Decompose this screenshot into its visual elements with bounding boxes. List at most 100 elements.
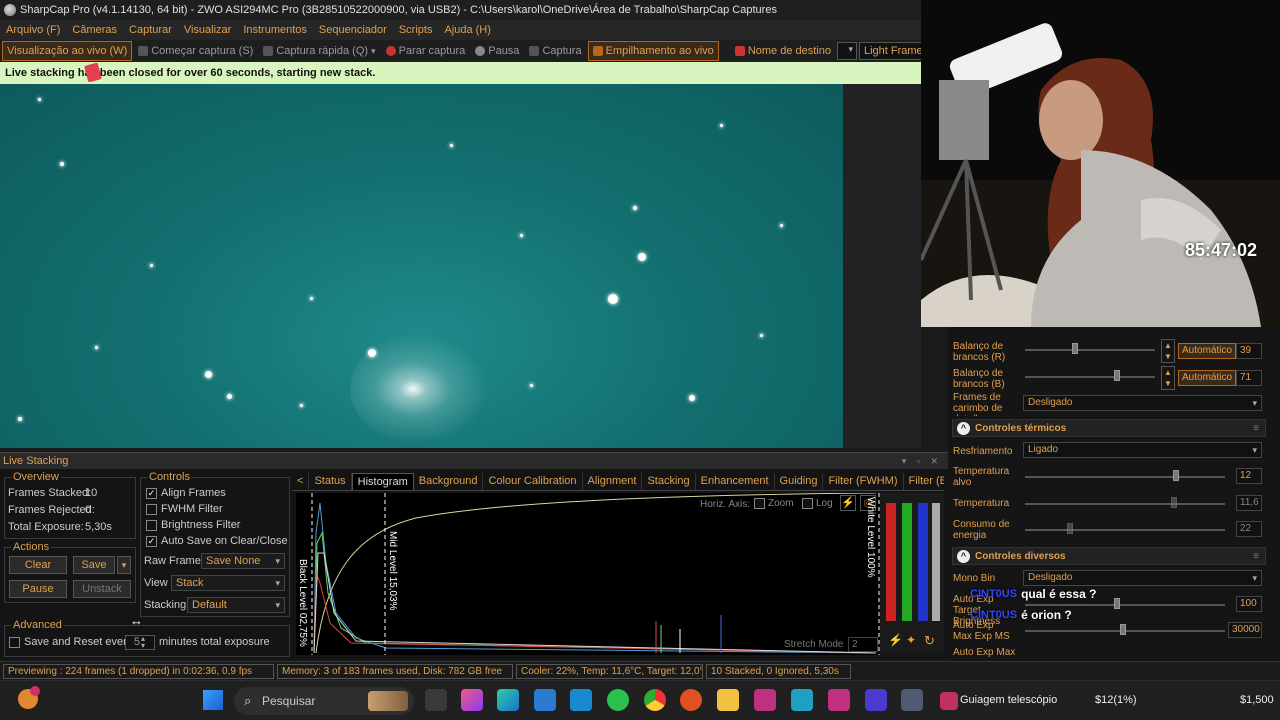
raw-frames-select[interactable]: Save None	[201, 553, 285, 569]
menu-icon[interactable]: ≡	[1253, 551, 1259, 562]
auto-exp-target-slider[interactable]	[1025, 604, 1225, 606]
misc-controls-header[interactable]: ^ Controles diversos ≡	[952, 547, 1266, 565]
unstack-button[interactable]: Unstack	[73, 580, 131, 598]
wb-blue-stepper-icon[interactable]: ▲ ▼	[1161, 366, 1175, 390]
pause-button[interactable]: Pausa	[471, 41, 523, 61]
capture-button[interactable]: Captura	[525, 41, 585, 61]
menu-cameras[interactable]: Câmeras	[66, 24, 123, 36]
tab-background[interactable]: Background	[414, 473, 484, 490]
save-options-chevron-icon[interactable]: ▾	[117, 556, 131, 574]
store-icon[interactable]	[534, 689, 556, 711]
auto-exp-max-value[interactable]: 30000	[1228, 622, 1262, 638]
checkbox-checked[interactable]: ✓	[146, 487, 157, 499]
stop-capture-button[interactable]: Parar captura	[382, 41, 470, 61]
chrome-icon[interactable]	[644, 689, 666, 711]
star-target-icon[interactable]: ✦	[906, 633, 916, 647]
live-preview-image[interactable]	[0, 84, 843, 448]
wb-blue-auto-button[interactable]: Automático	[1178, 370, 1237, 386]
copilot-icon[interactable]	[461, 689, 483, 711]
wb-blue-slider-thumb[interactable]	[1114, 370, 1120, 381]
wb-red-slider-thumb[interactable]	[1072, 343, 1078, 354]
origin-icon[interactable]	[680, 689, 702, 711]
brightness-filter-checkbox[interactable]: Brightness Filter	[146, 519, 240, 531]
tab-filter-brightness[interactable]: Filter (Brightness)	[904, 473, 945, 490]
menu-instrumentos[interactable]: Instrumentos	[237, 24, 313, 36]
checkbox-box[interactable]	[146, 503, 157, 515]
tab-colour-calibration[interactable]: Colour Calibration	[483, 473, 583, 490]
zoom-checkbox[interactable]: Zoom	[754, 498, 794, 509]
red-channel-slider[interactable]	[886, 503, 896, 621]
tab-stacking[interactable]: Stacking	[642, 473, 696, 490]
menu-visualizar[interactable]: Visualizar	[178, 24, 238, 36]
target-name-button[interactable]: Nome de destino	[731, 41, 835, 61]
live-stacking-button[interactable]: Empilhamento ao vivo	[587, 41, 719, 61]
blue-channel-slider[interactable]	[918, 503, 928, 621]
histogram-plot[interactable]: Horiz. Axis: Zoom Log ⚡ ◎ Black Level 02…	[296, 493, 880, 655]
checkbox-box[interactable]	[146, 519, 157, 531]
wb-blue-slider[interactable]	[1025, 376, 1155, 378]
checkbox-box[interactable]	[9, 636, 20, 648]
auto-exp-target-value[interactable]: 100	[1236, 596, 1262, 612]
target-temp-slider[interactable]	[1025, 476, 1225, 478]
app-pink-icon[interactable]	[754, 689, 776, 711]
collapse-chevron-icon[interactable]: ^	[957, 421, 970, 435]
view-select[interactable]: Stack	[171, 575, 285, 591]
pause-stack-button[interactable]: Pause	[9, 580, 67, 598]
auto-save-checkbox[interactable]: ✓ Auto Save on Clear/Close	[146, 535, 288, 547]
log-checkbox[interactable]: Log	[802, 498, 833, 509]
lightning-icon[interactable]: ⚡	[888, 633, 903, 647]
panel-window-icons[interactable]: ▾ ▫ ✕	[902, 456, 942, 467]
collapse-chevron-icon[interactable]: ^	[957, 549, 970, 563]
stacking-select[interactable]: Default	[187, 597, 285, 613]
app-pink-icon[interactable]	[828, 689, 850, 711]
tab-alignment[interactable]: Alignment	[583, 473, 643, 490]
checkbox-box[interactable]	[754, 498, 765, 509]
guiding-app-icon[interactable]	[940, 692, 958, 710]
menu-sequenciador[interactable]: Sequenciador	[313, 24, 393, 36]
fwhm-filter-checkbox[interactable]: FWHM Filter	[146, 503, 223, 515]
auto-exp-target-slider-thumb[interactable]	[1114, 598, 1120, 609]
file-explorer-icon[interactable]	[717, 689, 739, 711]
wb-red-value[interactable]: 39	[1236, 343, 1262, 359]
mono-bin-select[interactable]: Desligado	[1023, 570, 1262, 586]
edge-icon[interactable]	[497, 689, 519, 711]
wb-red-slider[interactable]	[1025, 349, 1155, 351]
tab-scroll-left[interactable]: <	[292, 473, 310, 490]
save-reset-checkbox[interactable]: Save and Reset every	[9, 636, 132, 648]
live-view-button[interactable]: Visualização ao vivo (W)	[2, 41, 133, 61]
lightning-icon[interactable]: ⚡	[840, 495, 856, 511]
checkbox-checked[interactable]: ✓	[146, 535, 157, 547]
timestamp-select[interactable]: Desligado	[1023, 395, 1262, 411]
channel-level-sliders[interactable]: ↻ ⚡ ✦	[880, 493, 944, 655]
target-name-input[interactable]	[836, 42, 857, 60]
task-item-label[interactable]: Guiagem telescópio	[960, 694, 1057, 706]
chevron-down-icon[interactable]: ▾	[371, 46, 376, 57]
app-violet-icon[interactable]	[865, 689, 887, 711]
menu-capturar[interactable]: Capturar	[123, 24, 178, 36]
target-temp-slider-thumb[interactable]	[1173, 470, 1179, 481]
app-cube-icon[interactable]	[570, 689, 592, 711]
tab-status[interactable]: Status	[309, 473, 352, 490]
wb-red-auto-button[interactable]: Automático	[1178, 343, 1237, 359]
start-capture-button[interactable]: Começar captura (S)	[134, 41, 257, 61]
app-teal-icon[interactable]	[791, 689, 813, 711]
tab-guiding[interactable]: Guiding	[775, 473, 824, 490]
stretch-mode-select[interactable]: 2	[848, 637, 878, 652]
menu-scripts[interactable]: Scripts	[393, 24, 439, 36]
tab-enhancement[interactable]: Enhancement	[696, 473, 775, 490]
tab-histogram[interactable]: Histogram	[351, 473, 414, 490]
reset-sliders-icon[interactable]: ↻	[924, 633, 935, 649]
task-view-icon[interactable]	[425, 689, 447, 711]
windows-start-icon[interactable]	[203, 690, 223, 710]
clear-button[interactable]: Clear	[9, 556, 67, 574]
luminance-channel-slider[interactable]	[932, 503, 940, 621]
wb-blue-value[interactable]: 71	[1236, 370, 1262, 386]
menu-icon[interactable]: ≡	[1253, 423, 1259, 434]
taskbar-search[interactable]: ⌕ Pesquisar	[234, 687, 414, 715]
save-button[interactable]: Save	[73, 556, 115, 574]
quick-capture-button[interactable]: Captura rápida (Q) ▾	[259, 41, 379, 61]
checkbox-box[interactable]	[802, 498, 813, 509]
save-reset-minutes-input[interactable]: 5	[125, 635, 155, 650]
cooling-select[interactable]: Ligado	[1023, 442, 1262, 458]
green-channel-slider[interactable]	[902, 503, 912, 621]
